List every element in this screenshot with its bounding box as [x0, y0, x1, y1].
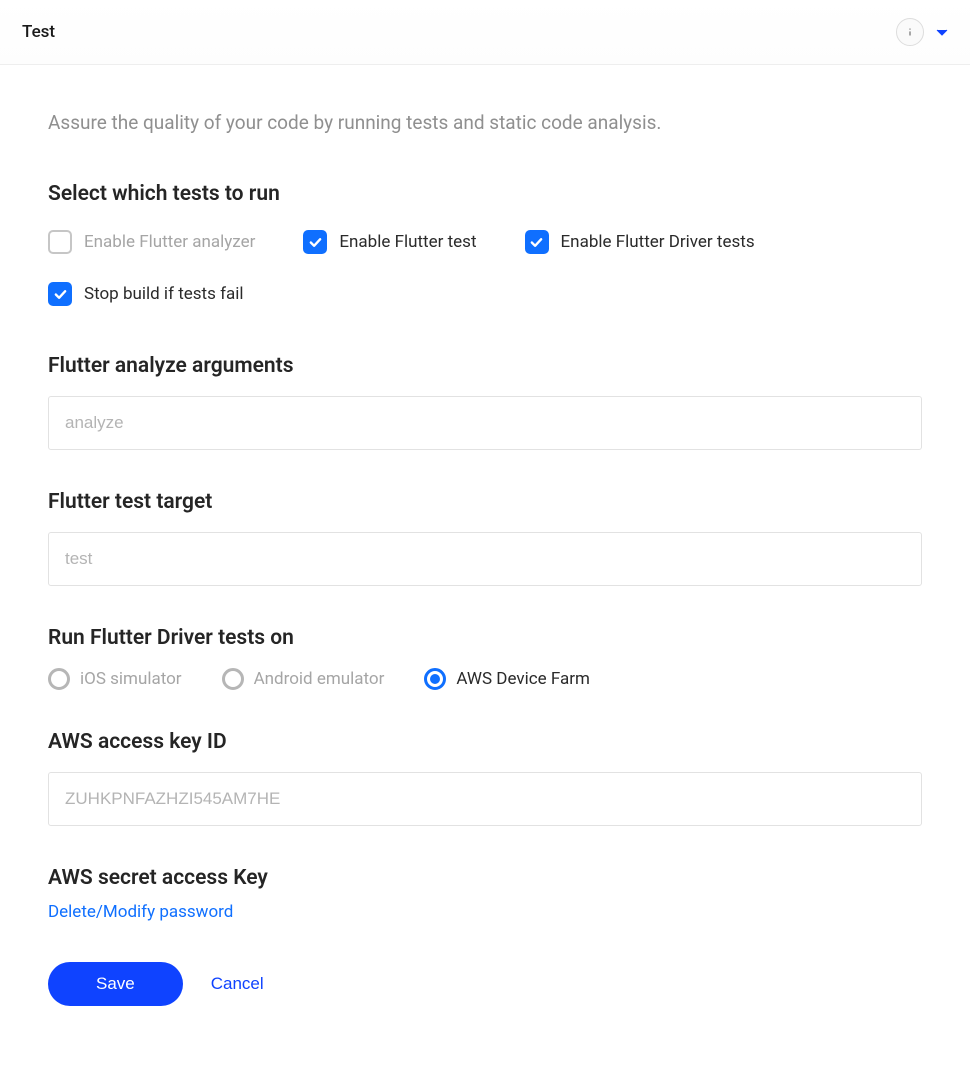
aws-key-id-field: AWS access key ID [48, 730, 922, 826]
analyze-args-input[interactable] [48, 396, 922, 450]
check-icon [529, 235, 544, 250]
check-icon [53, 287, 68, 302]
check-icon [308, 235, 323, 250]
stop-on-fail-checkbox-label: Stop build if tests fail [84, 284, 244, 304]
cancel-button[interactable]: Cancel [211, 974, 264, 994]
aws-secret-field: AWS secret access Key Delete/Modify pass… [48, 866, 922, 922]
page-title: Test [22, 22, 55, 42]
stop-on-fail-checkbox-item[interactable]: Stop build if tests fail [48, 282, 922, 306]
test-target-label: Flutter test target [48, 490, 922, 514]
driver-run-on-field: Run Flutter Driver tests on iOS simulato… [48, 626, 922, 690]
analyzer-checkbox-item[interactable]: Enable Flutter analyzer [48, 230, 255, 254]
info-icon [903, 25, 917, 39]
android-emulator-radio-item[interactable]: Android emulator [222, 668, 385, 690]
page-header: Test [0, 0, 970, 65]
driver-tests-checkbox-item[interactable]: Enable Flutter Driver tests [525, 230, 755, 254]
test-target-field: Flutter test target [48, 490, 922, 586]
form-actions: Save Cancel [48, 962, 922, 1006]
select-tests-heading: Select which tests to run [48, 182, 922, 206]
aws-secret-label: AWS secret access Key [48, 866, 922, 890]
checkbox-checked-icon [525, 230, 549, 254]
radio-checked-icon [424, 668, 446, 690]
aws-key-id-label: AWS access key ID [48, 730, 922, 754]
delete-modify-password-link[interactable]: Delete/Modify password [48, 902, 233, 922]
aws-device-farm-radio-item[interactable]: AWS Device Farm [424, 668, 590, 690]
driver-run-on-radio-group: iOS simulator Android emulator AWS Devic… [48, 668, 922, 690]
header-actions [896, 18, 948, 46]
checkbox-checked-icon [48, 282, 72, 306]
test-target-input[interactable] [48, 532, 922, 586]
chevron-down-icon [936, 28, 948, 38]
analyze-args-field: Flutter analyze arguments [48, 354, 922, 450]
ios-simulator-radio-label: iOS simulator [80, 669, 182, 689]
expand-toggle[interactable] [936, 23, 948, 42]
android-emulator-radio-label: Android emulator [254, 669, 385, 689]
aws-key-id-input[interactable] [48, 772, 922, 826]
save-button[interactable]: Save [48, 962, 183, 1006]
content-area: Assure the quality of your code by runni… [0, 65, 970, 1046]
flutter-test-checkbox-label: Enable Flutter test [339, 232, 476, 252]
radio-unchecked-icon [48, 668, 70, 690]
driver-run-on-label: Run Flutter Driver tests on [48, 626, 922, 650]
tests-checkbox-group: Enable Flutter analyzer Enable Flutter t… [48, 230, 922, 306]
analyze-args-label: Flutter analyze arguments [48, 354, 922, 378]
page-description: Assure the quality of your code by runni… [48, 111, 922, 134]
ios-simulator-radio-item[interactable]: iOS simulator [48, 668, 182, 690]
radio-unchecked-icon [222, 668, 244, 690]
checkbox-checked-icon [303, 230, 327, 254]
aws-device-farm-radio-label: AWS Device Farm [456, 669, 590, 689]
analyzer-checkbox-label: Enable Flutter analyzer [84, 232, 255, 252]
checkbox-unchecked-icon [48, 230, 72, 254]
driver-tests-checkbox-label: Enable Flutter Driver tests [561, 232, 755, 252]
flutter-test-checkbox-item[interactable]: Enable Flutter test [303, 230, 476, 254]
info-button[interactable] [896, 18, 924, 46]
